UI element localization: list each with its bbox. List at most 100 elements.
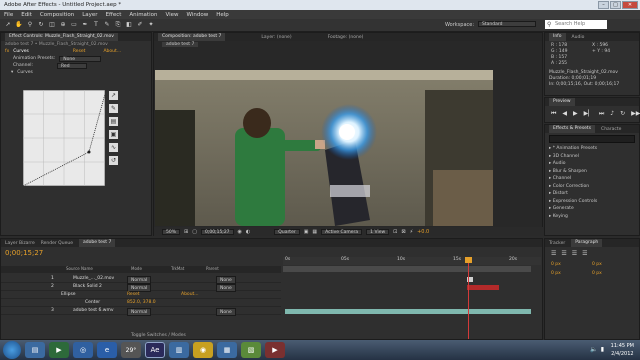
channel-icon[interactable]: ◐ bbox=[246, 229, 250, 235]
curves-graph[interactable] bbox=[23, 90, 105, 186]
layer-mode[interactable]: Normal bbox=[127, 308, 152, 316]
menu-animation[interactable]: Animation bbox=[129, 12, 157, 18]
minimize-button[interactable]: – bbox=[598, 1, 609, 9]
effect-reset-link[interactable]: Reset bbox=[127, 291, 140, 299]
tab-footage[interactable]: Footage: (none) bbox=[328, 35, 364, 40]
timecode-display[interactable]: 0;00;15;27 bbox=[200, 228, 234, 235]
open-icon[interactable]: ▤ bbox=[109, 117, 118, 126]
zoom-tool-icon[interactable]: ⚲ bbox=[26, 21, 34, 29]
col-trkmat[interactable]: TrkMat bbox=[171, 266, 184, 271]
menu-effect[interactable]: Effect bbox=[106, 12, 122, 18]
comp-subtab[interactable]: adobe test 7 bbox=[162, 42, 199, 47]
playhead-handle[interactable] bbox=[465, 257, 472, 263]
space-after-value[interactable]: 0 px bbox=[592, 271, 633, 276]
fast-previews-icon[interactable]: ⚡ bbox=[410, 229, 414, 235]
internet-explorer-icon[interactable]: e bbox=[97, 342, 117, 358]
view-layout-select[interactable]: 1 View bbox=[366, 228, 390, 235]
snapshot-icon[interactable]: ◉ bbox=[238, 229, 242, 235]
col-parent[interactable]: Parent bbox=[206, 266, 219, 271]
clone-stamp-tool-icon[interactable]: ⎘ bbox=[114, 21, 122, 29]
safe-zones-icon[interactable]: ▢ bbox=[192, 229, 197, 235]
tab-audio[interactable]: Audio bbox=[572, 35, 585, 40]
tab-layer[interactable]: Layer: (none) bbox=[261, 35, 291, 40]
first-frame-icon[interactable]: ⏮ bbox=[551, 110, 556, 118]
layer-parent[interactable]: None bbox=[216, 308, 236, 316]
brush-tool-icon[interactable]: ✎ bbox=[103, 21, 111, 29]
explorer-icon[interactable]: ▤ bbox=[25, 342, 45, 358]
tab-effects-presets[interactable]: Effects & Presets bbox=[549, 125, 596, 133]
center-value[interactable]: 852.0, 378.0 bbox=[127, 299, 156, 307]
composition-viewer-frame[interactable] bbox=[155, 70, 493, 226]
tab-composition[interactable]: Composition: adobe test 7 bbox=[158, 33, 226, 41]
indent-left-value[interactable]: 0 px bbox=[551, 262, 592, 267]
about-link[interactable]: About... bbox=[103, 49, 121, 54]
space-before-value[interactable]: 0 px bbox=[551, 271, 592, 276]
effects-item[interactable]: ▸ Audio bbox=[549, 160, 639, 168]
effects-item[interactable]: ▸ Color Correction bbox=[549, 183, 639, 191]
audio-icon[interactable]: ♪ bbox=[610, 110, 614, 118]
layer-name[interactable]: Ellipse bbox=[61, 291, 76, 299]
media-icon[interactable]: ◉ bbox=[193, 342, 213, 358]
tab-preview[interactable]: Preview bbox=[549, 98, 575, 106]
menu-layer[interactable]: Layer bbox=[82, 12, 97, 18]
puppet-tool-icon[interactable]: ✦ bbox=[147, 21, 155, 29]
video-app-icon[interactable]: ▶ bbox=[265, 342, 285, 358]
menu-view[interactable]: View bbox=[165, 12, 178, 18]
start-button[interactable] bbox=[3, 341, 21, 359]
menu-composition[interactable]: Composition bbox=[40, 12, 74, 18]
layer-row[interactable]: Ellipse Reset About... bbox=[1, 291, 281, 299]
tab-paragraph[interactable]: Paragraph bbox=[571, 239, 603, 247]
effects-item[interactable]: ▸ Channel bbox=[549, 175, 639, 183]
maximize-button[interactable]: □ bbox=[610, 1, 621, 9]
effects-item[interactable]: ▸ Blur & Sharpen bbox=[549, 168, 639, 176]
render-icon[interactable]: ⊡ bbox=[393, 229, 397, 235]
layer-row[interactable]: 3 adobe test 6.wmv Normal None bbox=[1, 307, 281, 316]
last-frame-icon[interactable]: ⏭ bbox=[599, 110, 604, 118]
layer-name[interactable]: Black Solid 2 bbox=[73, 283, 102, 291]
roto-brush-tool-icon[interactable]: ✐ bbox=[136, 21, 144, 29]
menu-edit[interactable]: Edit bbox=[21, 12, 32, 18]
menu-file[interactable]: File bbox=[4, 12, 13, 18]
network-icon[interactable]: ▮ bbox=[601, 346, 604, 353]
layer-bar-black-solid[interactable] bbox=[467, 285, 499, 290]
playhead[interactable] bbox=[468, 259, 469, 339]
tab-tracker[interactable]: Tracker bbox=[549, 241, 565, 246]
effects-item[interactable]: ▸ Expression Controls bbox=[549, 198, 639, 206]
reset-curve-icon[interactable]: ↺ bbox=[109, 156, 118, 165]
channel-select[interactable]: Red bbox=[57, 62, 87, 69]
tab-timeline-comp[interactable]: adobe test 7 bbox=[78, 239, 116, 247]
after-effects-icon[interactable]: Ae bbox=[145, 342, 165, 358]
grid-icon[interactable]: ⊞ bbox=[184, 229, 188, 235]
ram-preview-icon[interactable]: ▶▶ bbox=[631, 110, 640, 118]
workspace-select[interactable]: Standard bbox=[478, 21, 536, 27]
align-left-icon[interactable]: ☰ bbox=[551, 250, 556, 257]
menu-window[interactable]: Window bbox=[187, 12, 209, 18]
tab-render-queue[interactable]: Render Queue bbox=[41, 241, 73, 246]
tab-effect-controls[interactable]: Effect Controls: Muzzle_Flash_Straight_0… bbox=[5, 33, 118, 41]
camera-select[interactable]: Active Camera bbox=[321, 228, 363, 235]
tab-info[interactable]: Info bbox=[549, 33, 566, 41]
close-button[interactable]: ✕ bbox=[622, 1, 638, 9]
toggle-switches-modes[interactable]: Toggle Switches / Modes bbox=[131, 333, 186, 338]
layer-row[interactable]: Center 852.0, 378.0 bbox=[1, 299, 281, 307]
zoom-select[interactable]: 50% bbox=[162, 228, 181, 235]
menu-help[interactable]: Help bbox=[216, 12, 229, 18]
system-clock[interactable]: 11:45 PM 2/4/2012 bbox=[611, 342, 634, 358]
align-center-icon[interactable]: ☰ bbox=[561, 250, 566, 257]
prev-frame-icon[interactable]: ◀ bbox=[562, 110, 567, 118]
hand-tool-icon[interactable]: ✋ bbox=[15, 21, 23, 29]
effects-item[interactable]: ▸ 3D Channel bbox=[549, 153, 639, 161]
indent-right-value[interactable]: 0 px bbox=[592, 262, 633, 267]
selection-tool-icon[interactable]: ➚ bbox=[4, 21, 12, 29]
curve-point-icon[interactable]: ↗ bbox=[109, 91, 118, 100]
reset-link[interactable]: Reset bbox=[73, 49, 86, 54]
loop-icon[interactable]: ↻ bbox=[620, 110, 625, 118]
effect-about-link[interactable]: About... bbox=[181, 291, 199, 299]
play-icon[interactable]: ▶ bbox=[573, 110, 578, 118]
animation-presets-select[interactable]: None bbox=[59, 55, 102, 62]
photos-icon[interactable]: ▦ bbox=[217, 342, 237, 358]
time-ruler[interactable]: 0s 05s 10s 15s 20s bbox=[283, 257, 541, 265]
effects-search-input[interactable] bbox=[549, 135, 635, 143]
effects-item[interactable]: ▸ Distort bbox=[549, 190, 639, 198]
type-tool-icon[interactable]: T bbox=[92, 21, 100, 29]
